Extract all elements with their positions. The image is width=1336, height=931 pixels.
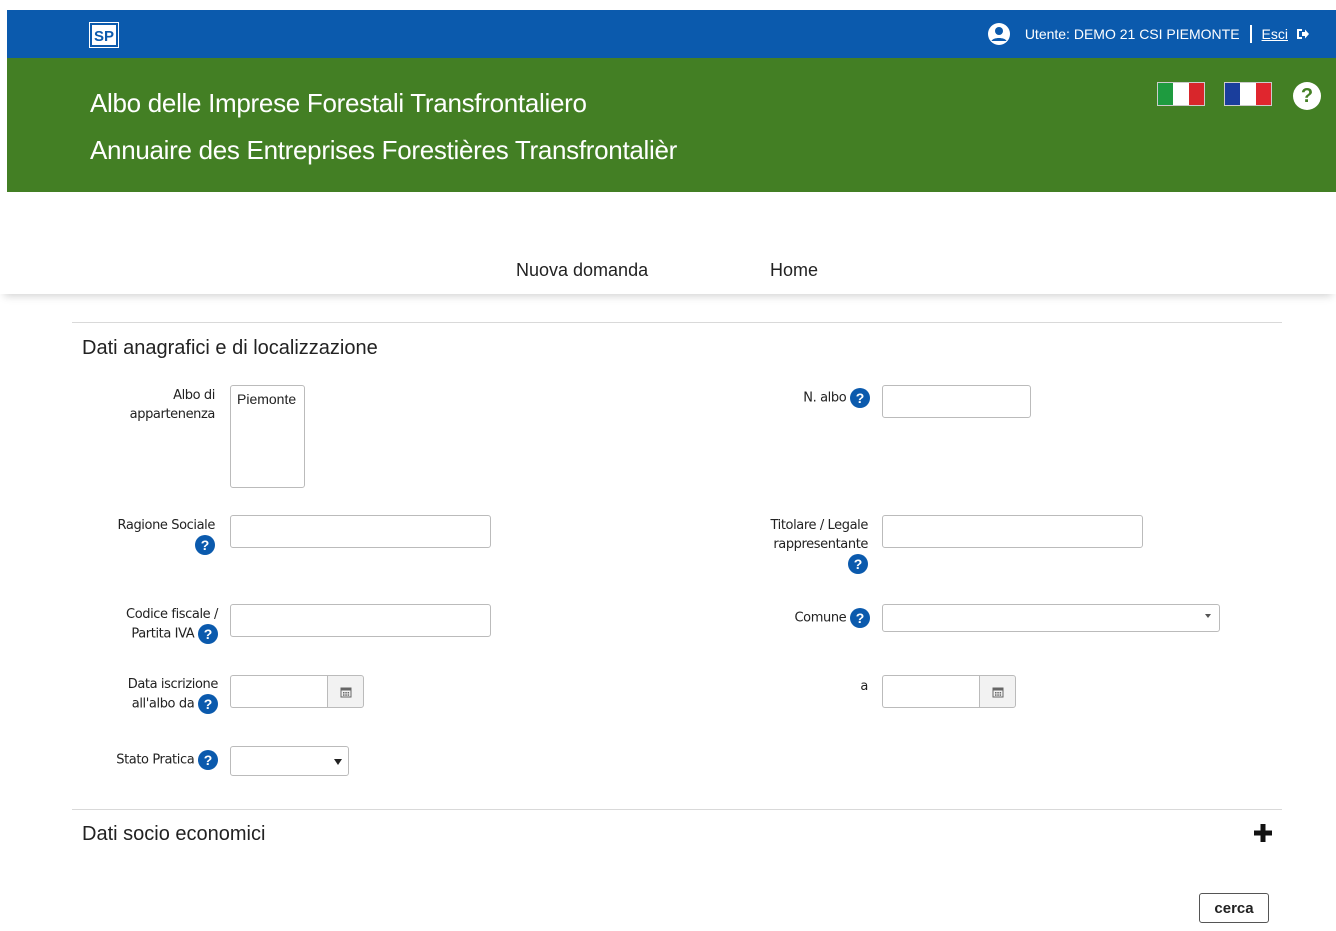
main-nav: Nuova domanda Home [0,240,1336,294]
logout-link[interactable]: Esci [1262,26,1288,42]
data-iscrizione-label: Data iscrizione all'albo da ? [127,677,218,714]
data-a-calendar-button[interactable] [979,675,1016,708]
app-header: Albo delle Imprese Forestali Transfronta… [7,58,1336,192]
calendar-icon [992,687,1003,697]
data-da-group [230,675,364,708]
codice-fiscale-label: Codice fiscale / Partita IVA ? [126,607,218,644]
ragione-sociale-label: Ragione Sociale ? [117,518,215,555]
help-icon[interactable]: ? [850,388,870,408]
comune-label: Comune ? [740,608,870,628]
help-icon[interactable]: ? [1293,82,1321,110]
help-icon[interactable]: ? [195,535,215,555]
user-separator [1249,25,1252,43]
data-da-calendar-button[interactable] [327,675,364,708]
data-a-label: a [860,679,868,694]
section-divider [72,809,1282,810]
codice-fiscale-input[interactable] [230,604,491,637]
help-icon[interactable]: ? [198,624,218,644]
section-title-socio-economici: Dati socio economici [82,823,266,845]
section-divider [72,322,1282,323]
albo-label: Albo di appartenenza [129,388,216,422]
italian-flag-icon[interactable] [1157,82,1205,106]
data-a-group [882,675,1016,708]
data-da-input[interactable] [230,675,327,708]
app-title-it: Albo delle Imprese Forestali Transfronta… [90,88,587,118]
albo-listbox[interactable]: Piemonte [230,385,305,488]
app-title-fr: Annuaire des Entreprises Forestières Tra… [90,135,678,165]
stato-pratica-select[interactable] [230,746,349,776]
top-bar: SP Utente: DEMO 21 CSI PIEMONTE Esci [7,10,1336,58]
nav-item-home[interactable]: Home [770,260,818,281]
user-circle-icon [987,23,1010,45]
calendar-icon [340,687,351,697]
help-icon[interactable]: ? [850,608,870,628]
user-area: Utente: DEMO 21 CSI PIEMONTE Esci [987,10,1310,58]
ragione-sociale-input[interactable] [230,515,491,548]
nav-item-nuova-domanda[interactable]: Nuova domanda [516,260,648,281]
comune-combobox[interactable] [882,604,1220,632]
expand-plus-icon[interactable] [1254,824,1272,842]
stato-pratica-label: Stato Pratica ? [70,750,218,770]
section-title-anagrafici: Dati anagrafici e di localizzazione [82,337,378,359]
help-icon[interactable]: ? [848,554,868,574]
chevron-down-icon[interactable] [334,759,342,765]
chevron-down-icon[interactable] [1205,614,1211,618]
help-icon[interactable]: ? [198,694,218,714]
titolare-input[interactable] [882,515,1143,548]
logout-icon[interactable] [1296,27,1310,41]
help-icon[interactable]: ? [198,750,218,770]
data-a-input[interactable] [882,675,979,708]
sp-logo: SP [89,22,119,48]
albo-option[interactable]: Piemonte [237,391,298,407]
user-label: Utente: DEMO 21 CSI PIEMONTE [1024,26,1240,42]
french-flag-icon[interactable] [1224,82,1272,106]
search-button[interactable]: cerca [1199,893,1269,923]
n-albo-label: N. albo ? [700,388,870,408]
n-albo-input[interactable] [882,385,1031,418]
titolare-label: Titolare / Legale rappresentante ? [770,518,868,574]
